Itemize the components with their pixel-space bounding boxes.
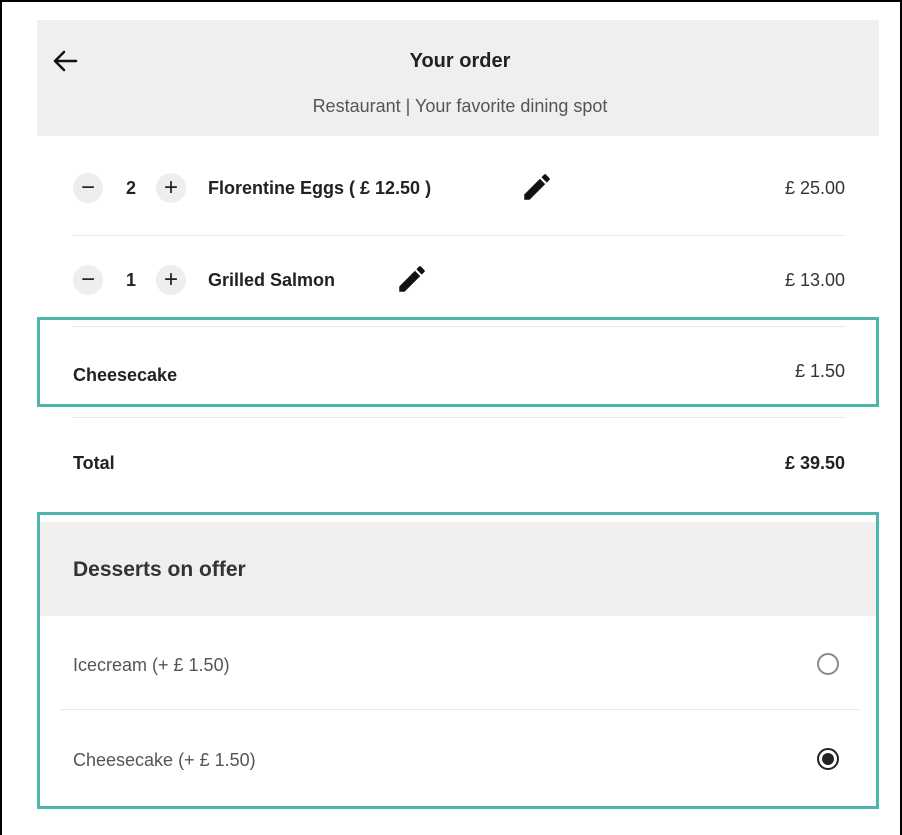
page-title: Your order <box>409 50 511 72</box>
desserts-title: Desserts on offer <box>73 558 246 581</box>
divider <box>60 709 859 710</box>
total-value: £ 39.50 <box>784 453 845 473</box>
dessert-line-highlight <box>37 317 879 407</box>
total-label: Total <box>73 453 115 473</box>
divider <box>73 235 845 236</box>
dessert-option-radio[interactable] <box>817 653 839 675</box>
item-name: Grilled Salmon <box>208 270 336 290</box>
dessert-line-price: £ 1.50 <box>794 361 845 381</box>
decrease-quantity-button[interactable]: − <box>73 173 103 203</box>
increase-quantity-button[interactable]: + <box>156 173 186 203</box>
increase-quantity-button[interactable]: + <box>156 265 186 295</box>
item-quantity: 1 <box>126 270 137 290</box>
decrease-quantity-button[interactable]: − <box>73 265 103 295</box>
order-item: − 1 + Grilled Salmon £ 13.00 <box>73 256 845 306</box>
dessert-option-radio[interactable] <box>817 748 839 770</box>
divider <box>73 417 845 418</box>
item-name: Florentine Eggs ( £ 12.50 ) <box>208 178 432 198</box>
dessert-line-name: Cheesecake <box>73 365 178 385</box>
item-price: £ 13.00 <box>784 270 845 290</box>
dessert-option-label: Cheesecake (+ £ 1.50) <box>73 750 256 770</box>
dessert-option-label: Icecream (+ £ 1.50) <box>73 655 230 675</box>
pencil-icon[interactable] <box>395 262 429 296</box>
order-item: − 2 + Florentine Eggs ( £ 12.50 ) £ 25.0… <box>73 164 845 214</box>
pencil-icon[interactable] <box>520 170 554 204</box>
item-quantity: 2 <box>126 178 137 198</box>
item-price: £ 25.00 <box>784 178 845 198</box>
radio-selected-dot <box>822 753 834 765</box>
restaurant-subtitle: Restaurant | Your favorite dining spot <box>312 96 608 116</box>
order-header <box>37 20 879 136</box>
